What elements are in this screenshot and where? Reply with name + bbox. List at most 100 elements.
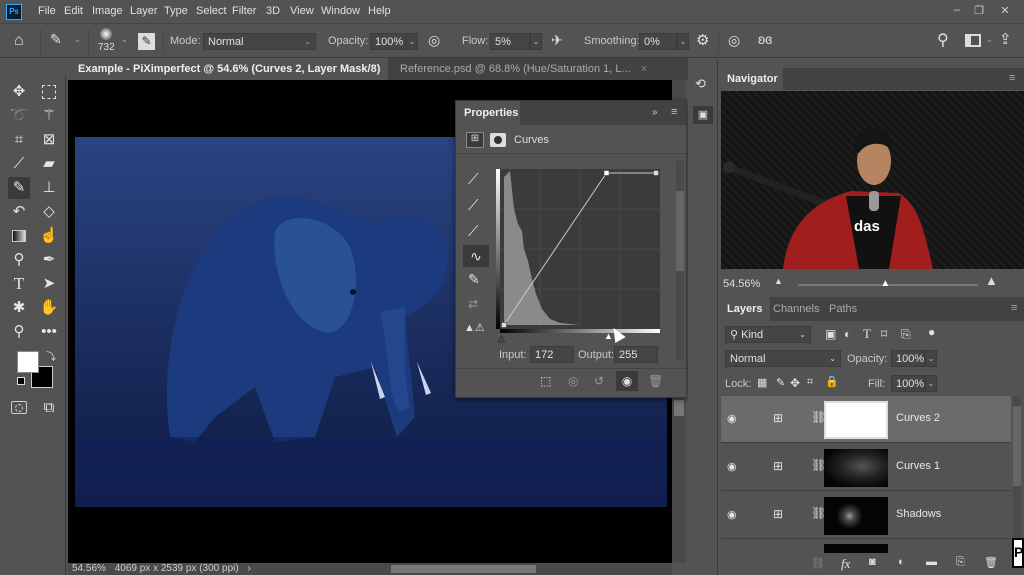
flow-dropdown[interactable]: ⌄	[530, 33, 542, 50]
new-adjustment-layer-icon[interactable]: ◐	[898, 556, 905, 568]
status-menu-arrow[interactable]: ›	[247, 563, 250, 574]
eye-icon[interactable]: ◉	[727, 508, 737, 521]
menu-window[interactable]: Window	[321, 5, 360, 17]
menu-select[interactable]: Select	[196, 5, 227, 17]
path-selection-tool-icon[interactable]: ➤	[38, 273, 60, 295]
chevron-down-icon[interactable]: ⌄	[74, 35, 81, 44]
swap-colors-icon[interactable]: ⤵	[46, 348, 56, 363]
symmetry-butterfly-icon[interactable]: ʚɞ	[758, 31, 772, 47]
opacity-input[interactable]: 100%	[370, 33, 406, 50]
clipping-warning-icon[interactable]: ▲⚠	[464, 321, 485, 334]
dodge-tool-icon[interactable]: ⚲	[8, 249, 30, 271]
lock-transparent-icon[interactable]: ▦	[757, 376, 767, 389]
panel-menu-icon[interactable]: ≡	[1011, 302, 1017, 314]
frame-tool-icon[interactable]: ⊠	[38, 129, 60, 151]
zoom-tool-icon[interactable]: ⚲	[8, 321, 30, 343]
workspace-icon[interactable]	[965, 34, 981, 47]
eraser-tool-icon[interactable]: ◇	[38, 201, 60, 223]
layer-mask-thumbnail[interactable]	[824, 497, 888, 535]
menu-help[interactable]: Help	[368, 5, 391, 17]
fill-input[interactable]: 100%	[891, 375, 925, 392]
tab-example-document[interactable]: Example - PiXimperfect @ 54.6% (Curves 2…	[68, 58, 388, 97]
screen-mode-icon[interactable]: ⧉	[38, 397, 60, 419]
delete-adjustment-icon[interactable]: 🗑	[648, 374, 663, 388]
layer-opacity-input[interactable]: 100%	[891, 350, 925, 367]
white-point-eyedropper-icon[interactable]: ⟋	[468, 223, 479, 240]
lock-artboard-icon[interactable]: ⌗	[807, 376, 813, 389]
blend-mode-select[interactable]: Normal ⌄	[725, 350, 841, 367]
collapse-panel-icon[interactable]: »	[652, 107, 658, 118]
zoom-out-icon[interactable]: ▲	[774, 276, 783, 286]
pressure-size-icon[interactable]: ◎	[728, 32, 740, 49]
black-point-slider[interactable]: △	[498, 333, 505, 344]
menu-view[interactable]: View	[290, 5, 314, 17]
panel-menu-icon[interactable]: ≡	[1009, 72, 1015, 84]
layer-style-fx-icon[interactable]: fx	[841, 556, 850, 572]
minimize-button[interactable]: –	[947, 4, 967, 18]
pencil-draw-icon[interactable]: ✎	[468, 271, 480, 288]
horizontal-scrollbar-thumb[interactable]	[391, 565, 536, 573]
new-group-icon[interactable]: ▬	[926, 556, 937, 568]
filter-smart-object-icon[interactable]: ⎘	[901, 327, 911, 342]
lock-all-icon[interactable]: 🔒	[825, 375, 839, 388]
tab-layers[interactable]: Layers	[719, 297, 771, 321]
smoothing-dropdown[interactable]: ⌄	[677, 33, 689, 50]
default-colors-icon[interactable]	[17, 377, 25, 385]
brush-tool-icon[interactable]: ✎	[8, 177, 30, 199]
history-brush-tool-icon[interactable]: ↶	[8, 201, 30, 223]
brush-tip-icon[interactable]	[100, 28, 112, 40]
menu-edit[interactable]: Edit	[64, 5, 83, 17]
eye-icon[interactable]: ◉	[727, 412, 737, 425]
zoom-slider-thumb[interactable]: ▲	[880, 278, 890, 289]
smooth-curve-icon[interactable]: ⇄	[468, 297, 478, 311]
lock-image-icon[interactable]: ✎	[776, 376, 785, 389]
tab-channels[interactable]: Channels	[765, 297, 827, 321]
menu-layer[interactable]: Layer	[130, 5, 158, 17]
black-point-eyedropper-icon[interactable]: ⟋	[468, 171, 479, 188]
add-mask-icon[interactable]: ◙	[869, 556, 876, 568]
filter-toggle-icon[interactable]: ●	[928, 325, 935, 339]
curve-points-tool-icon[interactable]: ∿	[463, 245, 489, 267]
fill-dropdown[interactable]: ⌄	[925, 375, 937, 392]
airbrush-icon[interactable]: ✈	[551, 32, 563, 49]
menu-type[interactable]: Type	[164, 5, 188, 17]
eyedropper-tool-icon[interactable]: ⟋	[8, 153, 30, 175]
gray-point-eyedropper-icon[interactable]: ⟋	[468, 197, 479, 214]
close-tab-icon[interactable]: ×	[641, 63, 647, 75]
link-layers-icon[interactable]: ⛓	[811, 557, 825, 570]
opacity-dropdown[interactable]: ⌄	[406, 33, 418, 50]
properties-scrollbar[interactable]	[676, 161, 684, 361]
menu-filter[interactable]: Filter	[232, 5, 256, 17]
foreground-color-swatch[interactable]	[17, 351, 39, 373]
flow-input[interactable]: 5%	[490, 33, 530, 50]
layer-mask-thumbnail[interactable]	[824, 449, 888, 487]
tab-paths[interactable]: Paths	[821, 297, 865, 321]
filter-adjustment-icon[interactable]: ◐	[844, 327, 851, 341]
reset-icon[interactable]: ↺	[594, 374, 604, 388]
smudge-tool-icon[interactable]: ☝	[38, 225, 60, 247]
mask-icon[interactable]	[490, 133, 506, 147]
visibility-toggle-icon[interactable]: ◉	[616, 371, 638, 391]
curve-control-point[interactable]	[603, 170, 610, 176]
curves-adjustment-icon[interactable]: ⊞	[466, 132, 484, 148]
tab-reference-document[interactable]: Reference.psd @ 68.8% (Hue/Saturation 1,…	[390, 58, 655, 80]
filter-shape-icon[interactable]: ⌑	[881, 327, 887, 341]
pressure-opacity-icon[interactable]: ◎	[428, 32, 440, 49]
healing-brush-tool-icon[interactable]: ▰	[38, 153, 60, 175]
lock-position-icon[interactable]: ✥	[790, 376, 800, 390]
type-tool-icon[interactable]: T	[8, 273, 30, 295]
layers-scrollbar[interactable]	[1013, 396, 1021, 546]
quick-mask-icon[interactable]	[8, 397, 30, 419]
eye-icon[interactable]: ◉	[727, 460, 737, 473]
actions-panel-icon[interactable]: ▣	[693, 106, 713, 124]
curve-control-point[interactable]	[501, 322, 507, 328]
search-icon[interactable]: ⚲	[937, 30, 949, 50]
curve-control-point[interactable]	[653, 170, 659, 176]
brush-size[interactable]: 732	[98, 42, 115, 53]
crop-tool-icon[interactable]: ⌗	[8, 129, 30, 151]
chevron-down-icon[interactable]: ⌄	[121, 35, 128, 44]
clip-to-layer-icon[interactable]: ⬚	[540, 374, 551, 388]
navigator-zoom-value[interactable]: 54.56%	[723, 278, 760, 290]
pen-tool-icon[interactable]: ✒	[38, 249, 60, 271]
more-tools-icon[interactable]: •••	[38, 321, 60, 343]
